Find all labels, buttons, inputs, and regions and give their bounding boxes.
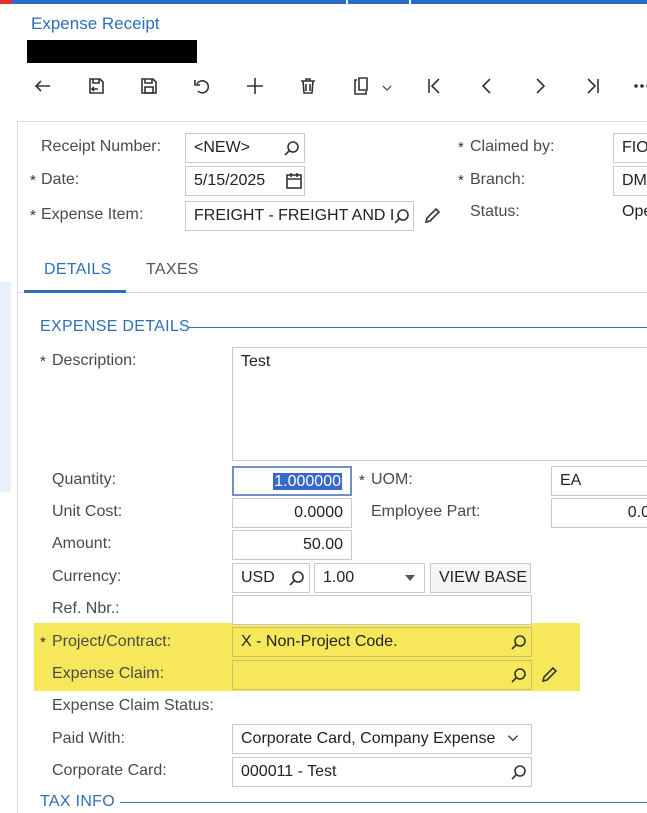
project-contract-field[interactable]: X - Non-Project Code. bbox=[232, 627, 532, 657]
save-close-icon bbox=[86, 76, 106, 102]
more-icon bbox=[630, 76, 647, 102]
panel-border-left bbox=[17, 121, 18, 813]
expense-claim-label: Expense Claim: bbox=[52, 665, 165, 682]
employee-part-field[interactable]: 0.0 bbox=[551, 498, 647, 528]
save-icon bbox=[139, 76, 159, 102]
search-icon[interactable] bbox=[288, 569, 306, 587]
copy-paste-icon bbox=[351, 76, 371, 102]
date-label: Date: bbox=[41, 171, 80, 188]
last-icon bbox=[583, 76, 603, 102]
currency-label: Currency: bbox=[52, 568, 122, 585]
branch-field[interactable]: DM bbox=[613, 166, 647, 196]
claimed-by-field[interactable]: FIO bbox=[613, 133, 647, 163]
save-close-button[interactable] bbox=[82, 76, 110, 102]
quantity-field[interactable]: 1.000000 bbox=[232, 466, 352, 496]
tab-details[interactable]: DETAILS bbox=[44, 261, 112, 279]
more-button[interactable] bbox=[626, 76, 647, 102]
required-asterisk: * bbox=[30, 207, 36, 224]
status-value: Ope bbox=[622, 203, 647, 220]
view-base-button[interactable]: VIEW BASE bbox=[430, 563, 531, 593]
copy-paste-dropdown[interactable] bbox=[376, 76, 398, 102]
tab-taxes[interactable]: TAXES bbox=[146, 261, 199, 279]
amount-field[interactable]: 50.00 bbox=[232, 530, 352, 560]
calendar-icon[interactable] bbox=[285, 172, 303, 190]
ref-nbr-label: Ref. Nbr.: bbox=[52, 600, 120, 617]
ref-nbr-field[interactable] bbox=[232, 595, 532, 625]
search-icon[interactable] bbox=[283, 139, 301, 157]
search-icon[interactable] bbox=[510, 633, 528, 651]
delete-icon bbox=[298, 76, 318, 102]
back-icon bbox=[33, 76, 53, 102]
paid-with-label: Paid With: bbox=[52, 730, 125, 747]
description-textarea[interactable]: Test bbox=[232, 347, 647, 461]
amount-label: Amount: bbox=[52, 535, 112, 552]
next-icon bbox=[530, 76, 550, 102]
last-record-button[interactable] bbox=[579, 76, 607, 102]
expense-item-label: Expense Item: bbox=[41, 206, 144, 223]
paid-with-select[interactable]: Corporate Card, Company Expense bbox=[232, 724, 532, 754]
edit-pencil-icon[interactable] bbox=[540, 666, 558, 684]
section-title-tax-info: TAX INFO bbox=[40, 793, 115, 810]
save-button[interactable] bbox=[135, 76, 163, 102]
left-nav-strip bbox=[0, 282, 11, 492]
delete-button[interactable] bbox=[294, 76, 322, 102]
required-asterisk: * bbox=[40, 634, 46, 651]
search-icon[interactable] bbox=[510, 666, 528, 684]
undo-button[interactable] bbox=[188, 76, 216, 102]
claimed-by-label: Claimed by: bbox=[470, 138, 555, 155]
first-record-button[interactable] bbox=[420, 76, 448, 102]
required-asterisk: * bbox=[359, 472, 365, 489]
previous-icon bbox=[477, 76, 497, 102]
top-accent-bar bbox=[0, 0, 647, 4]
corporate-card-field[interactable]: 000011 - Test bbox=[232, 757, 532, 787]
undo-icon bbox=[192, 76, 212, 102]
section-rule bbox=[120, 802, 647, 803]
required-asterisk: * bbox=[458, 172, 464, 189]
page-title: Expense Receipt bbox=[31, 14, 160, 33]
expense-claim-field[interactable] bbox=[232, 660, 532, 690]
required-asterisk: * bbox=[40, 353, 46, 370]
chevron-down-icon bbox=[506, 731, 524, 749]
add-icon bbox=[245, 76, 265, 102]
first-icon bbox=[424, 76, 444, 102]
redacted-bar bbox=[27, 40, 197, 63]
employee-part-label: Employee Part: bbox=[371, 503, 481, 520]
edit-pencil-icon[interactable] bbox=[423, 207, 441, 225]
quantity-label: Quantity: bbox=[52, 471, 117, 488]
corporate-card-label: Corporate Card: bbox=[52, 762, 167, 779]
status-label: Status: bbox=[470, 203, 520, 220]
branch-label: Branch: bbox=[470, 171, 526, 188]
required-asterisk: * bbox=[458, 139, 464, 156]
description-label: Description: bbox=[52, 352, 137, 369]
uom-field[interactable]: EA bbox=[551, 466, 647, 496]
search-icon[interactable] bbox=[510, 763, 528, 781]
required-asterisk: * bbox=[30, 172, 36, 189]
panel-border-top bbox=[17, 121, 647, 122]
add-button[interactable] bbox=[241, 76, 269, 102]
expense-item-field[interactable]: FREIGHT - FREIGHT AND I bbox=[185, 201, 414, 231]
next-record-button[interactable] bbox=[526, 76, 554, 102]
search-icon[interactable] bbox=[393, 207, 411, 225]
project-contract-label: Project/Contract: bbox=[52, 633, 172, 650]
dropdown-arrow-icon bbox=[405, 575, 415, 581]
unit-cost-field[interactable]: 0.0000 bbox=[232, 498, 352, 528]
section-title-expense-details: EXPENSE DETAILS bbox=[40, 318, 191, 335]
previous-record-button[interactable] bbox=[473, 76, 501, 102]
tab-active-indicator bbox=[24, 290, 126, 293]
unit-cost-label: Unit Cost: bbox=[52, 503, 123, 520]
copy-paste-button[interactable] bbox=[347, 76, 375, 102]
section-rule bbox=[189, 327, 647, 328]
chevron-down-icon bbox=[380, 78, 394, 101]
uom-label: UOM: bbox=[371, 471, 413, 488]
back-button[interactable] bbox=[29, 76, 57, 102]
receipt-number-label: Receipt Number: bbox=[41, 138, 162, 155]
expense-claim-status-label: Expense Claim Status: bbox=[52, 697, 214, 714]
